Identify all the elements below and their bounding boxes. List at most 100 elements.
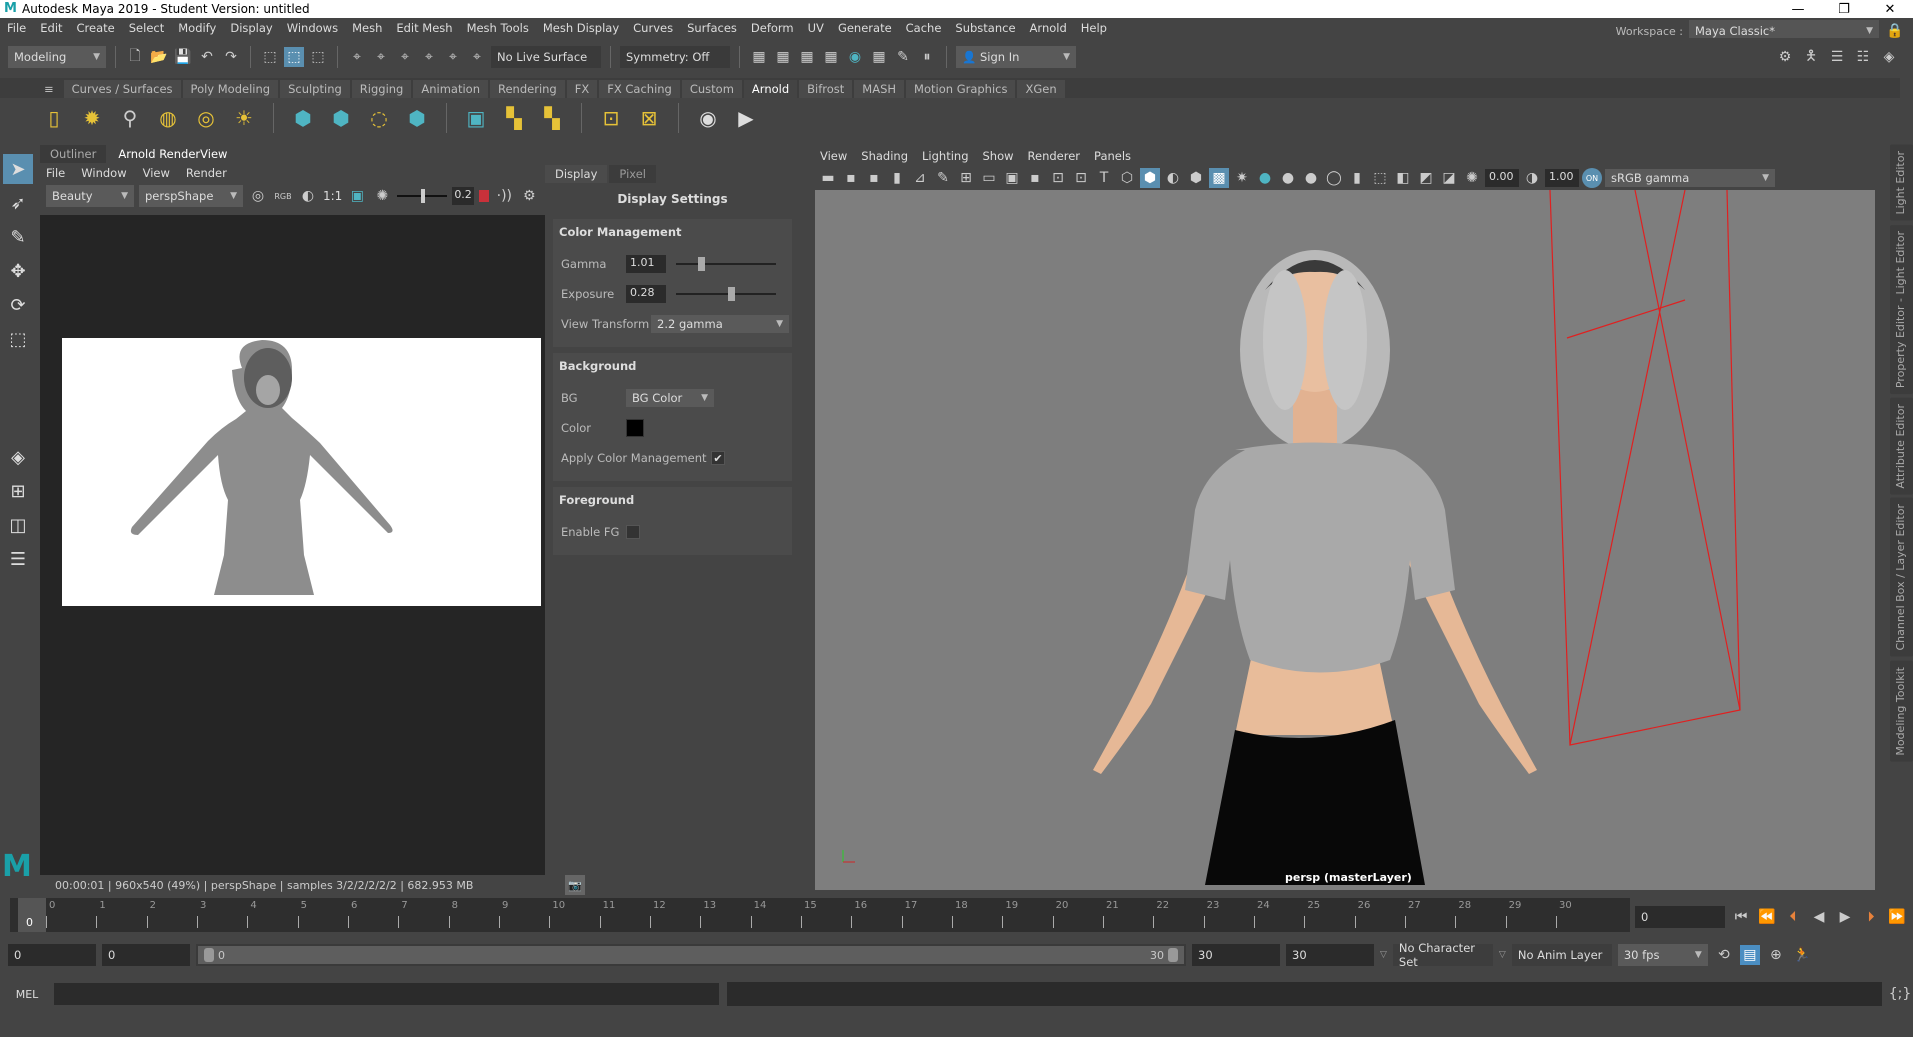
go-to-start-icon[interactable]: ⏮ xyxy=(1731,907,1751,927)
human-ik-icon[interactable]: 🯅 xyxy=(1801,47,1821,67)
exposure-display-field[interactable]: 0.28 xyxy=(626,285,666,303)
color-space-dropdown[interactable]: sRGB gamma ▼ xyxy=(1605,169,1775,187)
snap-view-plane-icon[interactable]: ⌖ xyxy=(443,47,463,67)
side-tab-light-editor[interactable]: Light Editor xyxy=(1890,145,1913,221)
light-editor-icon[interactable]: ✎ xyxy=(893,47,913,67)
restore-button[interactable]: ❐ xyxy=(1821,2,1867,17)
smooth-shade-icon[interactable]: ⬢ xyxy=(1140,168,1160,188)
paint-select-tool-icon[interactable]: ✎ xyxy=(3,222,33,252)
shelf-tab-mash[interactable]: MASH xyxy=(854,80,905,98)
xray-icon[interactable]: ◧ xyxy=(1393,168,1413,188)
snap-point-icon[interactable]: ⌖ xyxy=(395,47,415,67)
select-component-icon[interactable]: ⬚ xyxy=(308,47,328,67)
menu-modify[interactable]: Modify xyxy=(171,21,223,35)
play-forwards-icon[interactable]: ▶ xyxy=(1835,907,1855,927)
crop-region-icon[interactable]: ▣ xyxy=(347,186,367,206)
xray-components-icon[interactable]: ◪ xyxy=(1439,168,1459,188)
pause-viewport-icon[interactable]: ⏸ xyxy=(917,47,937,67)
snap-curve-icon[interactable]: ⌖ xyxy=(371,47,391,67)
isolate-select-icon[interactable]: ⬚ xyxy=(1370,168,1390,188)
mesh-light-icon[interactable]: ✹ xyxy=(78,104,106,132)
standin-icon[interactable]: ⬢ xyxy=(289,104,317,132)
menu-mesh-tools[interactable]: Mesh Tools xyxy=(460,21,536,35)
bookmarks-icon[interactable]: ▪ xyxy=(864,168,884,188)
undo-icon[interactable]: ↶ xyxy=(197,47,217,67)
menu-cache[interactable]: Cache xyxy=(899,21,949,35)
bg-color-swatch[interactable] xyxy=(626,419,644,437)
character-set-field[interactable]: No Character Set xyxy=(1392,941,1493,969)
vp-menu-panels[interactable]: Panels xyxy=(1094,149,1131,163)
bg-dropdown[interactable]: BG Color ▼ xyxy=(626,389,714,407)
outliner-layout-icon[interactable]: ☰ xyxy=(3,544,33,574)
rv-menu-window[interactable]: Window xyxy=(81,166,126,180)
range-end-handle[interactable] xyxy=(1168,948,1178,962)
symmetry-dropdown[interactable]: Symmetry: Off xyxy=(620,46,730,68)
tab-arnold-renderview[interactable]: Arnold RenderView xyxy=(108,145,238,163)
curve-collector-icon[interactable]: ◌ xyxy=(365,104,393,132)
lasso-tool-icon[interactable]: ➶ xyxy=(3,188,33,218)
wireframe-icon[interactable]: ⬡ xyxy=(1117,168,1137,188)
select-tool-icon[interactable]: ➤ xyxy=(3,154,33,184)
gamma-field[interactable]: 1.01 xyxy=(626,255,666,273)
make-live-icon[interactable]: ⌖ xyxy=(467,47,487,67)
screen-space-ao-icon[interactable]: ● xyxy=(1278,168,1298,188)
color-management-toggle-icon[interactable]: ON xyxy=(1582,168,1602,188)
vp-exposure-field[interactable]: 0.00 xyxy=(1485,169,1519,187)
safe-action-icon[interactable]: ⊡ xyxy=(1071,168,1091,188)
film-gate-icon[interactable]: ▭ xyxy=(979,168,999,188)
apply-cm-checkbox[interactable]: ✔ xyxy=(711,451,725,465)
side-tab-modeling-toolkit[interactable]: Modeling Toolkit xyxy=(1890,660,1913,762)
resolution-gate-icon[interactable]: ▣ xyxy=(1002,168,1022,188)
fps-dropdown[interactable]: 30 fps ▼ xyxy=(1617,944,1708,966)
live-surface-field[interactable]: No Live Surface xyxy=(491,46,601,68)
shelf-tab-animation[interactable]: Animation xyxy=(413,80,488,98)
export-standin-icon[interactable]: ⬢ xyxy=(327,104,355,132)
time-slider[interactable]: 0 0 1 2 3 4 5 6 7 8 9 10 11 12 13 14 15 16 17 18 19 20 21 22 23… xyxy=(10,898,1630,932)
camera-attributes-icon[interactable]: ▪ xyxy=(841,168,861,188)
character-set-arrow-icon[interactable]: ▽ xyxy=(1380,950,1387,960)
snap-grid-icon[interactable]: ⌖ xyxy=(347,47,367,67)
menu-curves[interactable]: Curves xyxy=(626,21,680,35)
render-frame-icon[interactable]: ▦ xyxy=(773,47,793,67)
camera-dropdown[interactable]: perspShape ▼ xyxy=(139,185,243,207)
exposure-icon[interactable]: ✺ xyxy=(1462,168,1482,188)
ipr-icon[interactable]: ◉ xyxy=(694,104,722,132)
exposure-display-slider[interactable] xyxy=(676,287,776,301)
2d-pan-zoom-icon[interactable]: ⊿ xyxy=(910,168,930,188)
physical-sky-icon[interactable]: ☀ xyxy=(230,104,258,132)
render-view-icon[interactable]: ▦ xyxy=(821,47,841,67)
tab-pixel[interactable]: Pixel xyxy=(609,165,656,183)
gamma-icon[interactable]: ◑ xyxy=(1522,168,1542,188)
checker-bg-icon[interactable]: ◐ xyxy=(298,186,318,206)
use-all-lights-icon[interactable]: ✷ xyxy=(1232,168,1252,188)
render-setup-icon[interactable]: ▦ xyxy=(869,47,889,67)
render-view-shelf-icon[interactable]: ▣ xyxy=(462,104,490,132)
exposure-field[interactable]: 0.2 xyxy=(452,187,475,205)
scene-end-field[interactable]: 30 xyxy=(1286,944,1374,966)
mel-label[interactable]: MEL xyxy=(0,988,54,1001)
gamma-slider[interactable] xyxy=(676,257,776,271)
command-input[interactable] xyxy=(54,983,719,1005)
shelf-tab-arnold[interactable]: Arnold xyxy=(743,80,798,98)
tool-settings-icon[interactable]: ☷ xyxy=(1853,47,1873,67)
exposure-slider[interactable] xyxy=(397,189,448,203)
auto-key-icon[interactable]: ⊕ xyxy=(1766,945,1786,965)
hypershade-icon[interactable]: ◉ xyxy=(845,47,865,67)
ipr-toggle-icon[interactable]: ·)) xyxy=(494,186,514,206)
shelf-tab-sculpting[interactable]: Sculpting xyxy=(280,80,350,98)
menu-help[interactable]: Help xyxy=(1074,21,1114,35)
shelf-tab-rendering[interactable]: Rendering xyxy=(490,80,565,98)
render-region-icon[interactable]: ⊠ xyxy=(635,104,663,132)
menu-edit-mesh[interactable]: Edit Mesh xyxy=(389,21,459,35)
viewport-3d-view[interactable]: persp (masterLayer) xyxy=(815,190,1875,890)
image-plane-icon[interactable]: ▮ xyxy=(887,168,907,188)
menu-file[interactable]: File xyxy=(0,21,33,35)
close-button[interactable]: ✕ xyxy=(1867,2,1913,17)
vp-menu-lighting[interactable]: Lighting xyxy=(922,149,968,163)
grid-icon[interactable]: ⊞ xyxy=(956,168,976,188)
menu-mesh-display[interactable]: Mesh Display xyxy=(536,21,626,35)
render-settings-icon[interactable]: ▦ xyxy=(749,47,769,67)
shelf-tab-custom[interactable]: Custom xyxy=(681,80,742,98)
scale-tool-icon[interactable]: ⬚ xyxy=(3,324,33,354)
depth-of-field-icon[interactable]: ▮ xyxy=(1347,168,1367,188)
